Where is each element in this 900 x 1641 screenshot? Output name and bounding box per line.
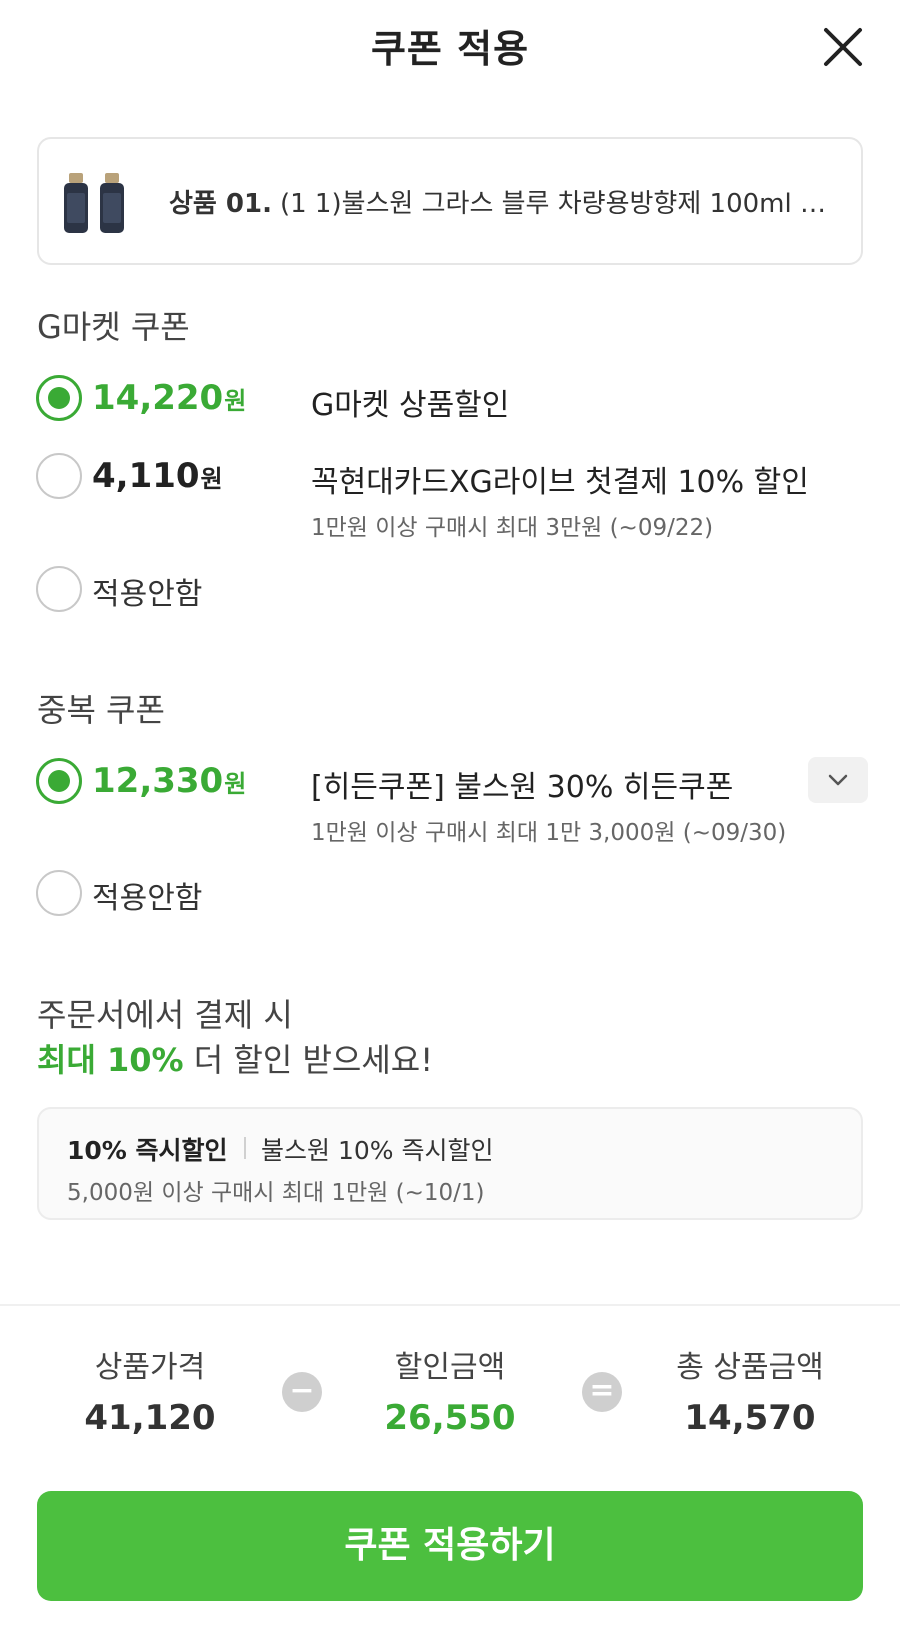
radio-selected[interactable] (36, 375, 82, 421)
product-card: 상품 01. (1 1)불스원 그라스 블루 차량용방향제 100ml 향... (37, 137, 863, 265)
coupon-amount: 12,330원 (92, 761, 247, 801)
coupon-sheet: 쿠폰 적용 상품 01. (1 1)불스원 그라스 블루 차량용방향제 100ml… (0, 0, 900, 1641)
equals-icon: = (582, 1372, 622, 1412)
close-button[interactable] (818, 22, 868, 72)
no-apply-label: 적용안함 (92, 577, 203, 612)
close-icon (824, 28, 862, 66)
product-thumbnail (64, 173, 124, 233)
promo-text: 주문서에서 결제 시 (37, 996, 293, 1034)
price-label: 상품가격 (94, 1350, 206, 1385)
coupon-name: G마켓 상품할인 (311, 388, 510, 423)
radio-unselected[interactable] (36, 453, 82, 499)
product-title: 상품 01. (1 1)불스원 그라스 블루 차량용방향제 100ml 향... (169, 183, 839, 220)
coupon-name: 꼭현대카드XG라이브 첫결제 10% 할인 (311, 465, 809, 500)
radio-unselected[interactable] (36, 566, 82, 612)
summary-footer: 상품가격 41,120 − 할인금액 26,550 = 총 상품금액 14,57… (0, 1304, 900, 1641)
promo-highlight: 최대 10% (37, 1041, 184, 1079)
no-apply-label: 적용안함 (92, 881, 203, 916)
radio-unselected[interactable] (36, 870, 82, 916)
product-name: (1 1)불스원 그라스 블루 차량용방향제 100ml 향... (279, 189, 839, 219)
minus-icon: − (282, 1372, 322, 1412)
radio-selected[interactable] (36, 758, 82, 804)
header: 쿠폰 적용 (0, 0, 900, 92)
benefit-condition: 5,000원 이상 구매시 최대 1만원 (~10/1) (67, 1180, 485, 1206)
chevron-down-icon (828, 774, 848, 786)
page-title: 쿠폰 적용 (370, 27, 530, 71)
coupon-condition: 1만원 이상 구매시 최대 1만 3,000원 (~09/30) (311, 820, 787, 846)
coupon-amount: 4,110원 (92, 456, 223, 496)
coupon-amount: 14,220원 (92, 378, 247, 418)
coupon-condition: 1만원 이상 구매시 최대 3만원 (~09/22) (311, 515, 714, 541)
total-label: 총 상품금액 (676, 1350, 824, 1385)
apply-coupon-button[interactable]: 쿠폰 적용하기 (37, 1491, 863, 1601)
coupon-name: [히든쿠폰] 불스원 30% 히든쿠폰 (311, 770, 734, 805)
divider (244, 1137, 246, 1159)
discount-value: 26,550 (384, 1398, 516, 1438)
coupon-dropdown-button[interactable] (808, 757, 868, 803)
benefit-card: 10% 즉시할인 불스원 10% 즉시할인 5,000원 이상 구매시 최대 1… (37, 1107, 863, 1220)
benefit-title: 10% 즉시할인 (67, 1136, 228, 1165)
benefit-description: 불스원 10% 즉시할인 (261, 1136, 494, 1165)
product-number: 상품 01. (169, 189, 272, 219)
discount-label: 할인금액 (394, 1350, 506, 1385)
total-value: 14,570 (684, 1398, 816, 1438)
duplicate-coupon-title: 중복 쿠폰 (37, 691, 165, 729)
promo-highlight-text: 최대 10% 더 할인 받으세요! (37, 1041, 434, 1079)
price-value: 41,120 (84, 1398, 216, 1438)
gmarket-coupon-title: G마켓 쿠폰 (37, 308, 190, 346)
